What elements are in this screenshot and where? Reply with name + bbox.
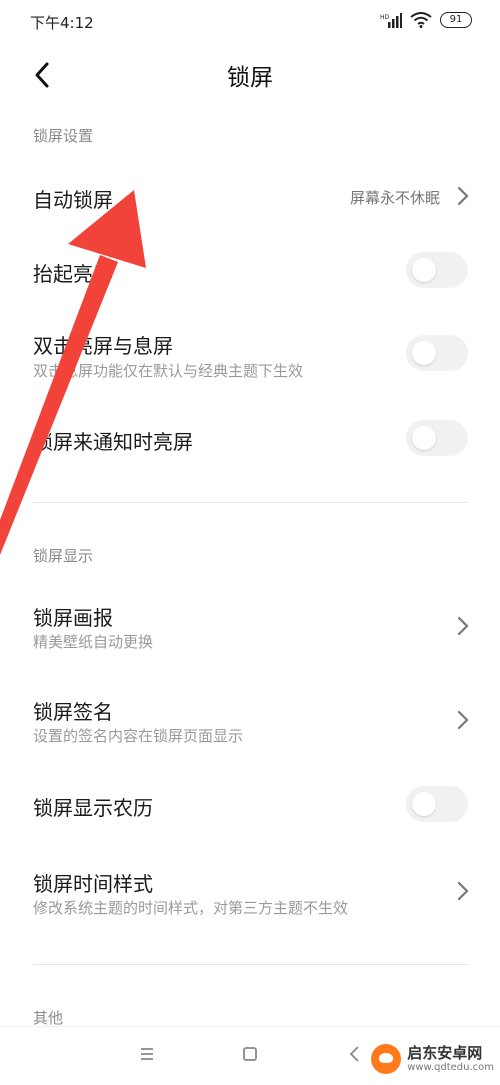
toggle-knob [412,258,436,282]
row-title: 锁屏画报 [33,606,113,630]
row-clock-style[interactable]: 锁屏时间样式 修改系统主题的时间样式，对第三方主题不生效 [0,866,500,926]
row-subtitle: 精美壁纸自动更换 [33,633,154,651]
section-divider [33,964,468,965]
row-title: 锁屏时间样式 [33,872,153,896]
row-signature[interactable]: 锁屏签名 设置的签名内容在锁屏页面显示 [0,692,500,752]
toggle-lift-wake[interactable] [406,252,468,288]
signal-icon: HD [380,13,402,28]
row-lunar: 锁屏显示农历 [0,778,500,834]
chevron-right-icon [457,616,469,636]
row-subtitle: 修改系统主题的时间样式，对第三方主题不生效 [33,899,349,917]
battery-icon: 91 [440,12,472,28]
toggle-double-tap[interactable] [406,335,468,371]
row-title: 锁屏显示农历 [33,796,153,820]
watermark: 启东安卓网 www.qdtedu.com [371,1044,494,1074]
section-label-display: 锁屏显示 [33,547,94,565]
row-notify-wake: 锁屏来通知时亮屏 [0,412,500,468]
watermark-url: www.qdtedu.com [407,1061,494,1073]
wifi-icon [410,12,432,28]
toggle-notify-wake[interactable] [406,420,468,456]
back-nav-icon[interactable] [343,1042,367,1066]
chevron-right-icon [457,881,469,901]
toggle-lunar[interactable] [406,786,468,822]
row-title: 锁屏签名 [33,700,113,724]
chevron-right-icon [457,710,469,730]
page-title: 锁屏 [227,65,273,91]
status-time: 下午4:12 [30,14,94,32]
toggle-knob [412,426,436,450]
row-value: 屏幕永不休眠 [349,189,440,207]
row-title: 锁屏来通知时亮屏 [33,430,193,454]
row-title: 抬起亮屏 [33,262,113,286]
home-icon[interactable] [238,1042,262,1066]
status-icons: HD 91 [380,12,472,28]
row-subtitle: 双击息屏功能仅在默认与经典主题下生效 [33,362,304,380]
toggle-knob [412,792,436,816]
row-title: 双击亮屏与息屏 [33,334,173,358]
annotation-arrow-shaft [0,255,118,555]
watermark-name: 启东安卓网 [407,1044,483,1063]
row-double-tap: 双击亮屏与息屏 双击息屏功能仅在默认与经典主题下生效 [0,326,500,386]
chevron-right-icon [457,186,469,206]
section-label-other: 其他 [33,1009,64,1027]
row-title: 自动锁屏 [33,188,113,212]
row-lift-wake: 抬起亮屏 [0,244,500,300]
row-subtitle: 设置的签名内容在锁屏页面显示 [33,727,244,745]
toggle-knob [412,341,436,365]
section-divider [33,502,468,503]
row-auto-lock[interactable]: 自动锁屏 屏幕永不休眠 [0,170,500,226]
signal-hd-label: HD [380,14,390,21]
menu-icon[interactable] [135,1042,159,1066]
section-label-settings: 锁屏设置 [33,127,94,145]
row-wallpaper[interactable]: 锁屏画报 精美壁纸自动更换 [0,598,500,658]
watermark-logo-icon [371,1044,402,1074]
